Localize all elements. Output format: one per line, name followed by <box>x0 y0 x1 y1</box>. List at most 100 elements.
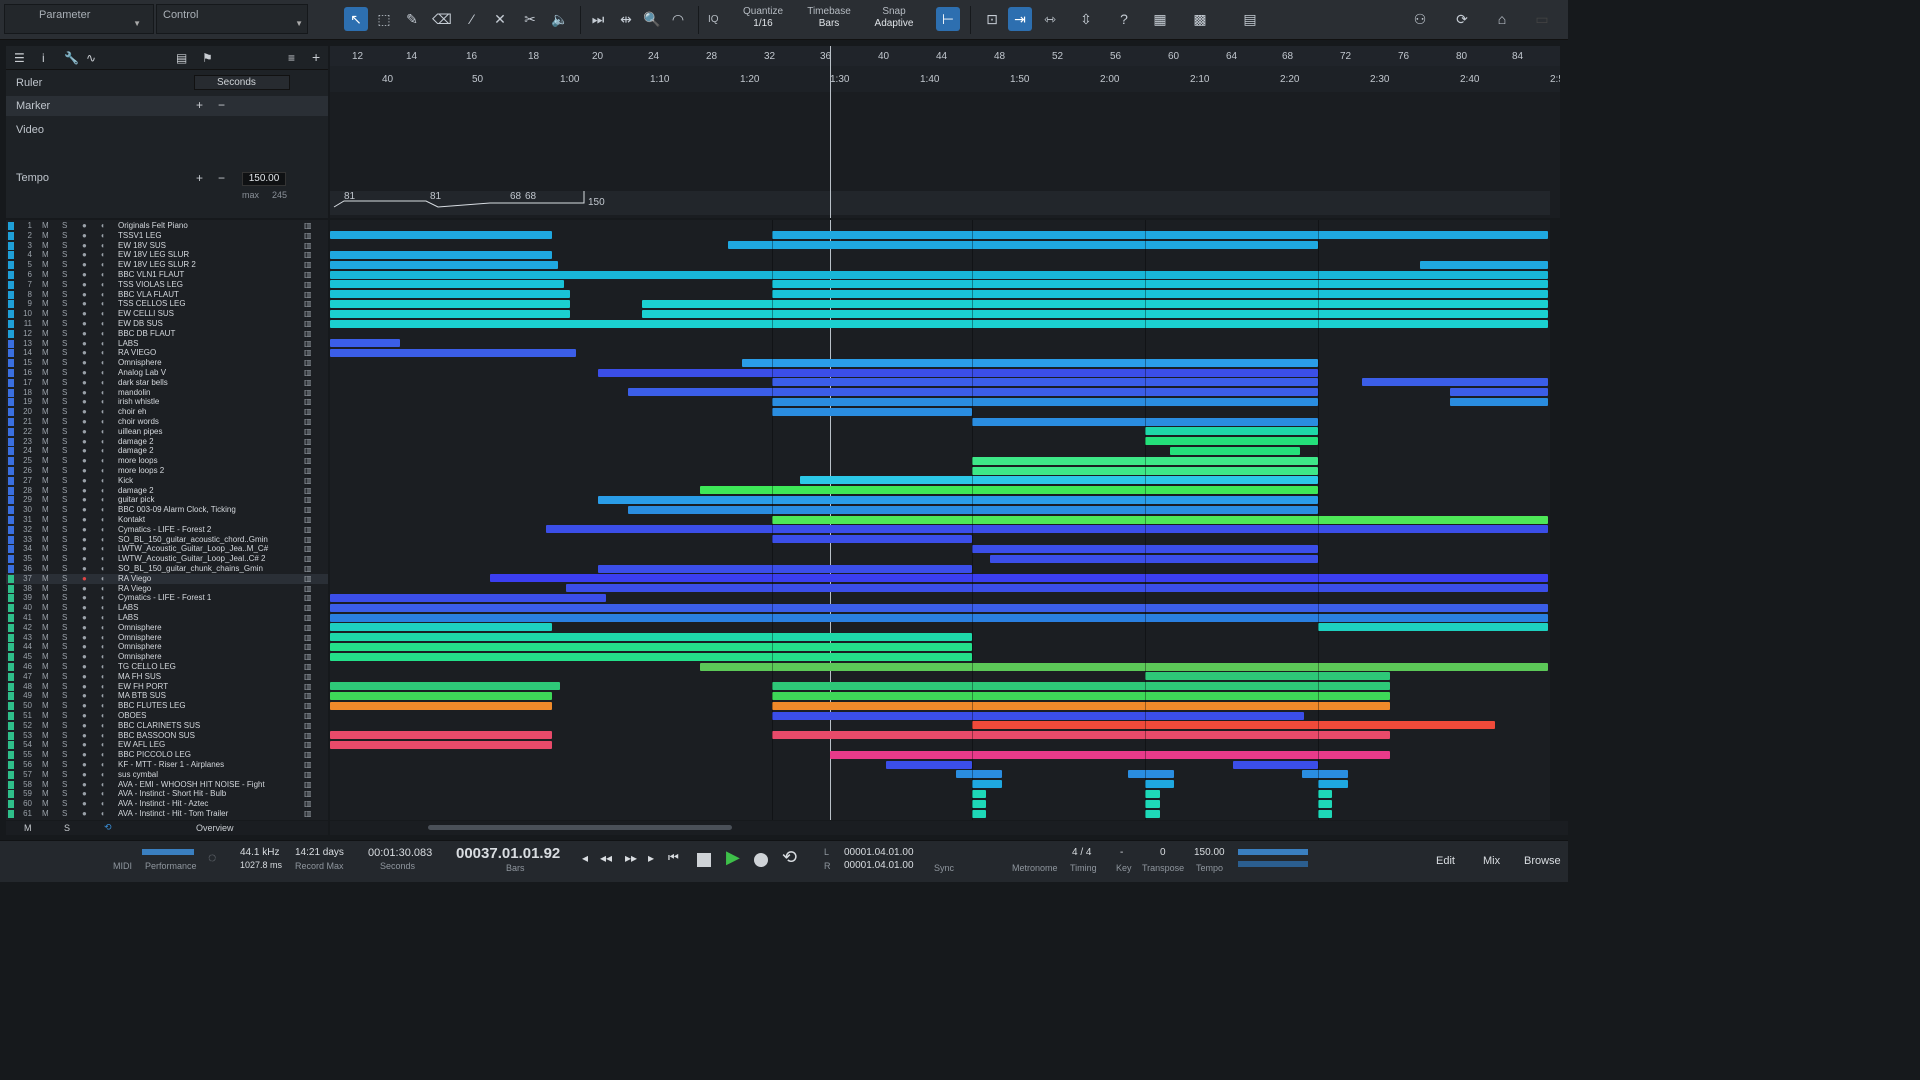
monitor-icon[interactable]: ◖ <box>100 505 105 515</box>
track-row[interactable]: 34 M S ● ◖ LWTW_Acoustic_Guitar_Loop_Jea..M_C… <box>6 544 328 554</box>
event-clip[interactable] <box>330 691 552 700</box>
mute-button[interactable]: M <box>42 603 49 613</box>
instrument-icon[interactable]: ▥ <box>304 417 312 427</box>
instrument-icon[interactable]: ▥ <box>304 593 312 603</box>
record-arm-button[interactable]: ● <box>82 388 87 398</box>
track-row[interactable]: 52 M S ● ◖ BBC CLARINETS SUS ▥ <box>6 721 328 731</box>
mute-button[interactable]: M <box>42 515 49 525</box>
record-arm-button[interactable]: ● <box>82 809 87 819</box>
record-arm-button[interactable]: ● <box>82 564 87 574</box>
instrument-icon[interactable]: ▥ <box>304 711 312 721</box>
track-name[interactable]: dark star bells <box>118 378 168 388</box>
event-clip[interactable] <box>1318 789 1332 798</box>
automation-icon[interactable]: ∿ <box>86 51 96 65</box>
track-color-swatch[interactable] <box>8 408 14 417</box>
event-clip[interactable] <box>990 554 1318 563</box>
track-name[interactable]: Cymatics - LIFE - Forest 1 <box>118 593 211 603</box>
record-arm-button[interactable]: ● <box>82 241 87 251</box>
event-clip[interactable] <box>772 711 1304 720</box>
monitor-icon[interactable]: ◖ <box>100 564 105 574</box>
cursor-follow-icon[interactable]: ⇿ <box>1038 7 1062 31</box>
track-color-swatch[interactable] <box>8 251 14 260</box>
key-value[interactable]: - <box>1120 847 1123 858</box>
track-row[interactable]: 39 M S ● ◖ Cymatics - LIFE - Forest 1 ▥ <box>6 593 328 603</box>
track-color-swatch[interactable] <box>8 369 14 377</box>
event-clip[interactable] <box>330 633 972 642</box>
solo-button[interactable]: S <box>62 564 67 574</box>
record-arm-button[interactable]: ● <box>82 652 87 662</box>
event-clip[interactable] <box>330 260 558 269</box>
track-color-swatch[interactable] <box>8 604 14 613</box>
monitor-icon[interactable]: ◖ <box>100 711 105 721</box>
rewind-icon[interactable]: ◂◂ <box>600 851 612 865</box>
mute-button[interactable]: M <box>42 799 49 809</box>
record-arm-button[interactable]: ● <box>82 446 87 456</box>
next-marker-icon[interactable]: ▸ <box>648 851 654 865</box>
mute-button[interactable]: M <box>42 682 49 692</box>
track-color-swatch[interactable] <box>8 594 14 603</box>
solo-button[interactable]: S <box>62 515 67 525</box>
track-color-swatch[interactable] <box>8 290 14 299</box>
track-name[interactable]: Omnisphere <box>118 358 162 368</box>
track-row[interactable]: 2 M S ● ◖ TSSV1 LEG ▥ <box>6 231 328 241</box>
instrument-icon[interactable]: ▥ <box>304 740 312 750</box>
event-clip[interactable] <box>598 495 1318 504</box>
loop-button[interactable]: ⟲ <box>782 847 797 868</box>
track-color-swatch[interactable] <box>8 663 14 671</box>
track-row[interactable]: 22 M S ● ◖ uillean pipes ▥ <box>6 427 328 437</box>
solo-button[interactable]: S <box>62 701 67 711</box>
monitor-icon[interactable]: ◖ <box>100 378 105 388</box>
track-name[interactable]: TSS CELLOS LEG <box>118 299 186 309</box>
horizontal-scrollbar[interactable] <box>330 821 1568 835</box>
track-row[interactable]: 13 M S ● ◖ LABS ▥ <box>6 339 328 349</box>
track-color-swatch[interactable] <box>8 231 14 240</box>
event-clip[interactable] <box>598 564 972 573</box>
monitor-icon[interactable]: ◖ <box>100 437 105 447</box>
autoscroll-icon[interactable]: ⊡ <box>980 7 1004 31</box>
track-name[interactable]: Cymatics - LIFE - Forest 2 <box>118 525 211 535</box>
mute-button[interactable]: M <box>42 701 49 711</box>
track-name[interactable]: LABS <box>118 613 138 623</box>
mute-button[interactable]: M <box>42 554 49 564</box>
solo-button[interactable]: S <box>62 388 67 398</box>
record-arm-button[interactable]: ● <box>82 682 87 692</box>
track-row[interactable]: 5 M S ● ◖ EW 18V LEG SLUR 2 ▥ <box>6 260 328 270</box>
event-clip[interactable] <box>1450 397 1548 406</box>
record-arm-button[interactable]: ● <box>82 584 87 594</box>
monitor-icon[interactable]: ◖ <box>100 750 105 760</box>
instrument-icon[interactable]: ▥ <box>304 799 312 809</box>
event-clip[interactable] <box>772 378 1318 387</box>
track-color-swatch[interactable] <box>8 702 14 711</box>
track-color-swatch[interactable] <box>8 535 14 544</box>
track-row[interactable]: 43 M S ● ◖ Omnisphere ▥ <box>6 633 328 643</box>
event-clip[interactable] <box>772 397 1318 406</box>
track-color-swatch[interactable] <box>8 418 14 426</box>
split-tool-button[interactable]: ✂ <box>518 7 542 31</box>
play-button[interactable]: ▶ <box>726 847 740 868</box>
solo-button[interactable]: S <box>62 799 67 809</box>
link-icon[interactable]: ⟲ <box>104 822 112 833</box>
monitor-icon[interactable]: ◖ <box>100 731 105 741</box>
monitor-icon[interactable]: ◖ <box>100 593 105 603</box>
record-arm-button[interactable]: ● <box>82 309 87 319</box>
track-row[interactable]: 18 M S ● ◖ mandolin ▥ <box>6 388 328 398</box>
track-row[interactable]: 48 M S ● ◖ EW FH PORT ▥ <box>6 682 328 692</box>
track-name[interactable]: MA BTB SUS <box>118 691 166 701</box>
event-clip[interactable] <box>330 613 1548 622</box>
instrument-icon[interactable]: ▥ <box>304 309 312 319</box>
event-clip[interactable] <box>772 407 972 416</box>
track-name[interactable]: RA VIEGO <box>118 348 156 358</box>
instrument-icon[interactable]: ▥ <box>304 515 312 525</box>
track-row[interactable]: 11 M S ● ◖ EW DB SUS ▥ <box>6 319 328 329</box>
solo-button[interactable]: S <box>62 466 67 476</box>
tempo-lane[interactable]: 81 81 68 68 150 <box>330 191 1550 215</box>
event-clip[interactable] <box>772 231 1548 240</box>
instrument-icon[interactable]: ▥ <box>304 378 312 388</box>
track-name[interactable]: EW 18V LEG SLUR 2 <box>118 260 196 270</box>
headphones-icon[interactable]: ◠ <box>666 7 690 31</box>
overview-select[interactable]: Overview <box>196 823 234 833</box>
track-color-swatch[interactable] <box>8 672 14 681</box>
mute-button[interactable]: M <box>42 495 49 505</box>
track-row[interactable]: 37 M S ● ◖ RA Viego ▥ <box>6 573 328 584</box>
mute-button[interactable]: M <box>42 280 49 290</box>
